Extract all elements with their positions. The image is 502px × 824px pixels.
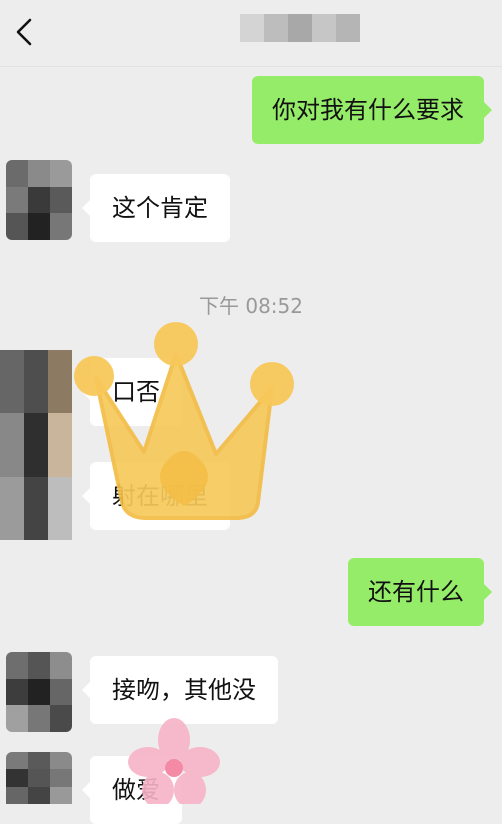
message-bubble-incoming[interactable]: 口否 xyxy=(82,358,182,426)
avatar[interactable] xyxy=(6,752,72,804)
avatar[interactable] xyxy=(6,160,72,240)
message-text: 你对我有什么要求 xyxy=(272,96,464,124)
back-button[interactable] xyxy=(8,12,42,52)
message-bubble-incoming[interactable]: 射在哪里 xyxy=(82,462,230,530)
avatar[interactable] xyxy=(6,652,72,732)
message-text: 还有什么 xyxy=(368,578,464,606)
message-text: 做爱 xyxy=(112,776,160,804)
message-bubble-outgoing[interactable]: 你对我有什么要求 xyxy=(252,76,492,144)
chevron-left-icon xyxy=(16,18,32,46)
chat-header xyxy=(0,0,502,67)
message-text: 射在哪里 xyxy=(112,482,208,510)
message-text: 这个肯定 xyxy=(112,194,208,222)
message-bubble-incoming[interactable]: 接吻，其他没 xyxy=(82,656,278,724)
message-text: 接吻，其他没 xyxy=(112,676,256,704)
avatar[interactable] xyxy=(0,350,72,540)
timestamp: 下午 08:52 xyxy=(199,294,303,318)
message-bubble-outgoing[interactable]: 还有什么 xyxy=(348,558,492,626)
message-bubble-incoming[interactable]: 这个肯定 xyxy=(82,174,230,242)
message-bubble-incoming[interactable]: 做爱 xyxy=(82,756,182,824)
message-text: 口否 xyxy=(112,378,160,406)
chat-title-obscured xyxy=(240,14,360,42)
